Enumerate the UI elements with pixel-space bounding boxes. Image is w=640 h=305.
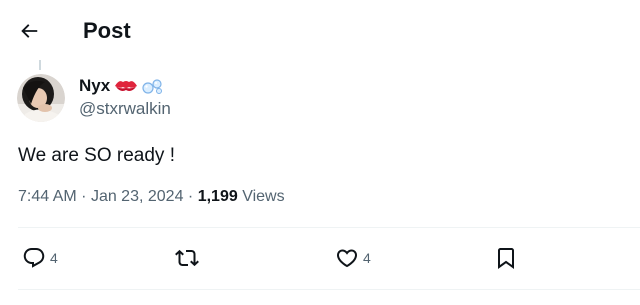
divider [18, 227, 640, 228]
repost-button[interactable] [175, 240, 199, 276]
back-button[interactable] [14, 16, 44, 46]
repost-icon [175, 246, 199, 270]
page-title: Post [83, 18, 131, 43]
action-bar: 4 4 [0, 240, 640, 276]
thread-line [39, 60, 41, 70]
tweet-time[interactable]: 7:44 AM [18, 188, 77, 205]
post-header: Post [0, 0, 640, 62]
tweet-text: We are SO ready ! [18, 145, 175, 166]
tweet-author: Nyx @stxrwalkin [79, 75, 171, 120]
user-handle[interactable]: @stxrwalkin [79, 98, 171, 120]
views-count: 1,199 [197, 188, 238, 205]
kiss-mark-emoji-icon [114, 78, 138, 94]
bubbles-emoji-icon [142, 77, 164, 95]
reply-button[interactable]: 4 [22, 240, 58, 276]
like-button[interactable]: 4 [335, 240, 371, 276]
bookmark-icon [494, 246, 518, 270]
arrow-left-icon [18, 20, 40, 42]
bookmark-button[interactable] [494, 240, 518, 276]
tweet-date[interactable]: Jan 23, 2024 [91, 188, 184, 205]
reply-icon [22, 246, 46, 270]
divider [18, 289, 640, 290]
meta-separator: · [187, 188, 194, 205]
reply-count: 4 [50, 250, 58, 266]
avatar[interactable] [17, 74, 65, 122]
meta-separator: · [81, 188, 87, 205]
tweet-meta: 7:44 AM · Jan 23, 2024 · 1,199 Views [18, 186, 285, 208]
like-count: 4 [363, 250, 371, 266]
display-name[interactable]: Nyx [79, 75, 110, 97]
name-row: Nyx [79, 75, 171, 97]
views-label: Views [242, 188, 285, 205]
heart-icon [335, 246, 359, 270]
